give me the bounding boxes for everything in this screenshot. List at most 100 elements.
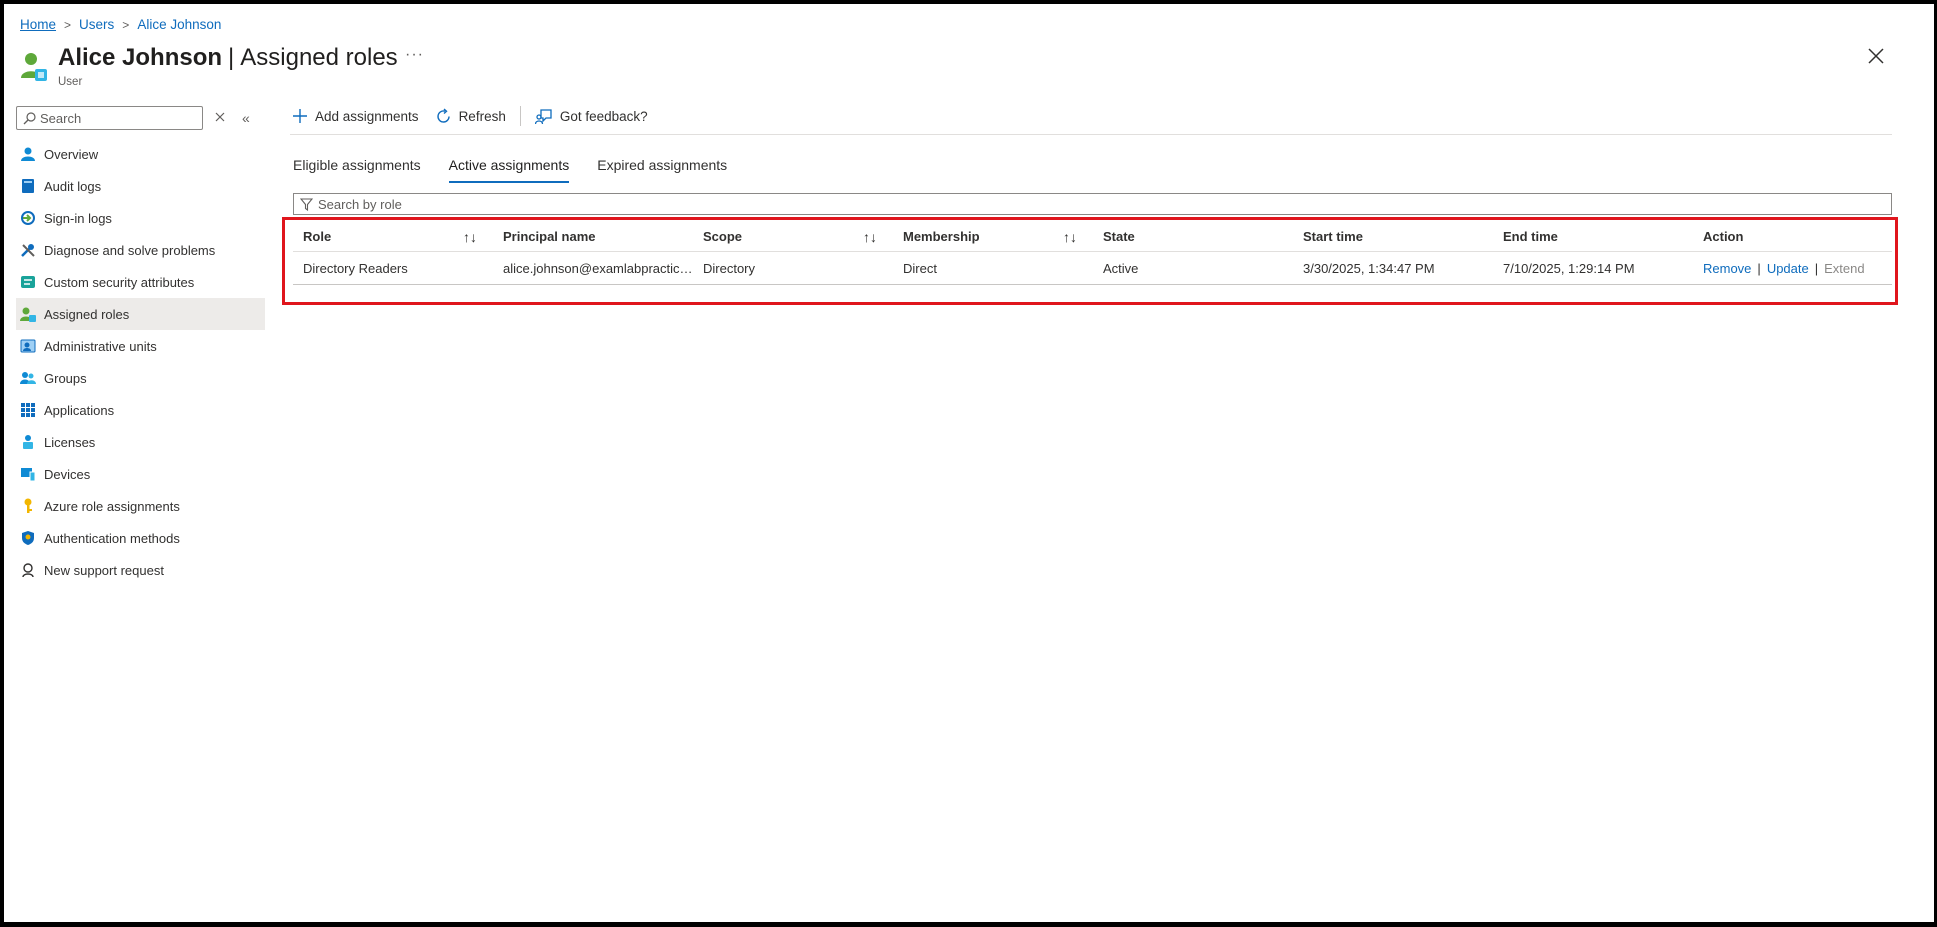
breadcrumb: Home > Users > Alice Johnson: [20, 17, 221, 32]
page-title: Alice Johnson | Assigned roles: [58, 44, 398, 72]
role-filter[interactable]: [293, 193, 1892, 215]
collapse-sidebar-icon[interactable]: «: [242, 110, 250, 126]
sidebar-item-label: Assigned roles: [44, 306, 130, 322]
sidebar-search-input[interactable]: [40, 110, 190, 126]
command-bar: Add assignments Refresh Got feedback?: [292, 106, 648, 126]
breadcrumb-current-user[interactable]: Alice Johnson: [137, 17, 221, 32]
refresh-button[interactable]: Refresh: [435, 107, 506, 125]
table-header-row: Role ↑↓ Principal name Scope ↑↓ Membership…: [293, 222, 1892, 252]
column-label: End time: [1503, 229, 1558, 244]
refresh-label: Refresh: [458, 108, 506, 124]
sidebar-item-administrative-units[interactable]: Administrative units: [16, 330, 265, 362]
column-label: Principal name: [503, 229, 596, 244]
column-label: Scope: [703, 229, 743, 244]
tab-active-assignments[interactable]: Active assignments: [448, 157, 570, 183]
sidebar-item-label: Sign-in logs: [44, 210, 112, 226]
column-header-role[interactable]: Role ↑↓: [293, 229, 493, 244]
remove-link[interactable]: Remove: [1703, 261, 1751, 276]
sidebar-item-applications[interactable]: Applications: [16, 394, 265, 426]
sidebar-item-authentication-methods[interactable]: Authentication methods: [16, 522, 265, 554]
feedback-label: Got feedback?: [559, 108, 648, 124]
breadcrumb-users[interactable]: Users: [79, 17, 114, 32]
column-header-end-time: End time: [1493, 229, 1693, 244]
admin-units-icon: [20, 338, 36, 354]
refresh-icon: [436, 107, 450, 123]
sort-icon[interactable]: ↑↓: [1063, 229, 1077, 244]
sidebar-search[interactable]: [16, 106, 203, 130]
sidebar-item-sign-in-logs[interactable]: Sign-in logs: [16, 202, 265, 234]
sidebar-item-audit-logs[interactable]: Audit logs: [16, 170, 265, 202]
devices-icon: [20, 466, 36, 482]
add-assignments-button[interactable]: Add assignments: [292, 108, 419, 124]
cell-membership: Direct: [903, 260, 937, 276]
user-name: Alice Johnson: [58, 44, 223, 71]
sidebar-item-azure-role-assignments[interactable]: Azure role assignments: [16, 490, 265, 522]
chevron-right-icon: >: [122, 17, 130, 32]
column-header-membership[interactable]: Membership ↑↓: [893, 229, 1093, 244]
tab-eligible-assignments[interactable]: Eligible assignments: [293, 157, 421, 183]
user-icon: [20, 146, 36, 162]
key-icon: [20, 498, 36, 514]
groups-icon: [20, 370, 36, 386]
sidebar-item-label: Azure role assignments: [44, 498, 180, 514]
add-assignments-label: Add assignments: [315, 108, 419, 124]
clear-search-icon[interactable]: [214, 111, 226, 123]
sidebar-item-overview[interactable]: Overview: [16, 138, 265, 170]
sidebar-item-label: Overview: [44, 146, 99, 162]
sidebar-item-label: Custom security attributes: [44, 274, 195, 290]
cell-actions: Remove | Update | Extend: [1693, 261, 1892, 276]
sidebar-item-label: New support request: [44, 562, 164, 578]
sidebar-item-diagnose[interactable]: Diagnose and solve problems: [16, 234, 265, 266]
column-header-scope[interactable]: Scope ↑↓: [693, 229, 893, 244]
sort-icon[interactable]: ↑↓: [463, 229, 477, 244]
sort-icon[interactable]: ↑↓: [863, 229, 877, 244]
sidebar-item-label: Audit logs: [44, 178, 102, 194]
title-separator: |: [228, 44, 235, 71]
licenses-icon: [20, 434, 36, 450]
shield-icon: [20, 530, 36, 546]
action-separator: |: [1757, 260, 1761, 276]
column-label: Role: [303, 229, 332, 244]
sidebar-item-devices[interactable]: Devices: [16, 458, 265, 490]
toolbar-divider-line: [290, 134, 1892, 135]
cell-scope: Directory: [703, 260, 756, 276]
sidebar-item-licenses[interactable]: Licenses: [16, 426, 265, 458]
column-header-start-time: Start time: [1293, 229, 1493, 244]
column-header-state: State: [1093, 229, 1293, 244]
user-role-icon: [21, 53, 47, 81]
cell-role: Directory Readers: [303, 260, 408, 276]
search-icon: [23, 111, 36, 124]
section-title: Assigned roles: [240, 44, 398, 71]
sidebar-item-new-support-request[interactable]: New support request: [16, 554, 265, 586]
more-options-icon[interactable]: ···: [405, 46, 424, 64]
column-label: Membership: [903, 229, 980, 244]
feedback-icon: [534, 108, 552, 124]
sidebar-item-custom-security-attributes[interactable]: Custom security attributes: [16, 266, 265, 298]
cell-principal-name: alice.johnson@examlabpractice...: [503, 260, 693, 276]
sign-in-icon: [20, 210, 36, 226]
sidebar-item-label: Authentication methods: [44, 530, 180, 546]
sidebar-item-label: Applications: [44, 402, 115, 418]
filter-icon: [300, 197, 313, 211]
cell-state: Active: [1103, 260, 1139, 276]
toolbar-divider: [519, 106, 521, 126]
tab-expired-assignments[interactable]: Expired assignments: [597, 157, 727, 183]
sidebar-item-label: Devices: [44, 466, 91, 482]
sidebar-item-label: Licenses: [44, 434, 96, 450]
window-frame: [0, 0, 1937, 927]
cell-end-time: 7/10/2025, 1:29:14 PM: [1503, 260, 1635, 276]
wrench-icon: [20, 242, 36, 258]
sidebar-item-assigned-roles[interactable]: Assigned roles: [16, 298, 265, 330]
page-subtitle: User: [58, 76, 83, 88]
search-by-role-input[interactable]: [318, 196, 918, 212]
close-icon[interactable]: [1866, 46, 1886, 66]
sidebar-item-groups[interactable]: Groups: [16, 362, 265, 394]
column-header-action: Action: [1693, 229, 1892, 244]
cell-start-time: 3/30/2025, 1:34:47 PM: [1303, 260, 1435, 276]
feedback-button[interactable]: Got feedback?: [534, 108, 648, 125]
update-link[interactable]: Update: [1767, 261, 1809, 276]
support-icon: [20, 562, 36, 578]
plus-icon: [293, 109, 307, 123]
table-row[interactable]: Directory Readers alice.johnson@examlabp…: [293, 252, 1892, 285]
breadcrumb-home[interactable]: Home: [20, 17, 56, 32]
